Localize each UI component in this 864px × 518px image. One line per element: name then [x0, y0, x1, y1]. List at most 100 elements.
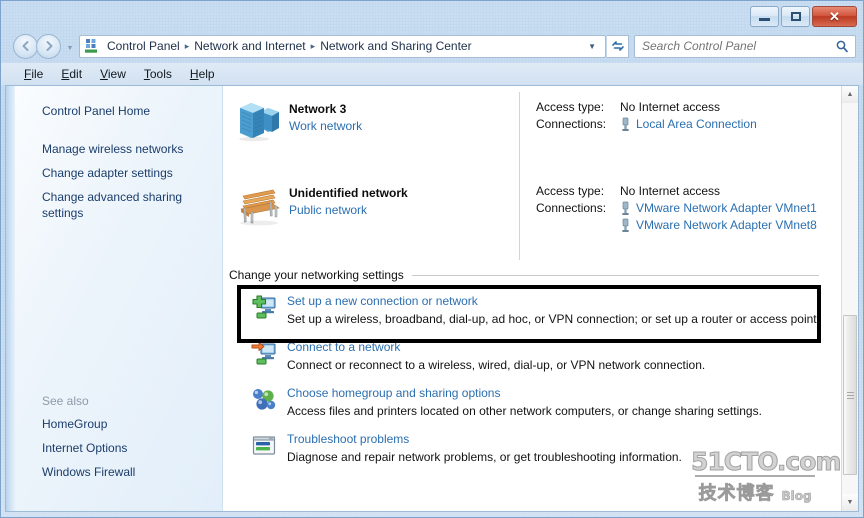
task-description: Set up a wireless, broadband, dial-up, a… [287, 312, 820, 326]
connect-network-icon [251, 341, 277, 367]
navigation-pane: Control Panel Home Manage wireless netwo… [6, 86, 223, 511]
menu-help[interactable]: Help [181, 65, 224, 83]
breadcrumb-item-network-and-sharing-center[interactable]: Network and Sharing Center [317, 38, 474, 54]
scrollbar-thumb[interactable] [843, 315, 857, 475]
vertical-scrollbar[interactable]: ▲ ▼ [841, 86, 858, 511]
menu-help-accel: H [189, 67, 199, 81]
task-title[interactable]: Choose homegroup and sharing options [287, 386, 762, 400]
watermark-chinese-text: 技术博客 [698, 483, 775, 505]
network-connection-icon [622, 117, 629, 131]
back-button[interactable] [13, 33, 38, 59]
sidebar-item-manage-wireless-networks[interactable]: Manage wireless networks [42, 138, 214, 162]
address-bar: ▼ Control Panel ▸ Network and Internet ▸… [1, 29, 863, 63]
network-location-type[interactable]: Public network [289, 203, 408, 217]
menu-edit[interactable]: Edit [52, 65, 91, 83]
network-details: Access type: No Internet access Connecti… [519, 176, 841, 260]
task-description: Connect or reconnect to a wireless, wire… [287, 358, 706, 372]
breadcrumb-separator: ▸ [184, 40, 190, 51]
title-bar: ✕ [1, 1, 863, 29]
network-labels: Network 3 Work network [289, 98, 362, 133]
menu-view[interactable]: View [91, 65, 135, 83]
back-arrow-icon [22, 41, 28, 51]
breadcrumb-item-network-and-internet[interactable]: Network and Internet [191, 38, 308, 54]
server-stack-icon [229, 98, 289, 142]
sidebar-item-control-panel-home[interactable]: Control Panel Home [42, 100, 214, 124]
task-connect-to-network[interactable]: Connect to a network Connect or reconnec… [229, 333, 841, 379]
menu-bar: File Edit View Tools Help [1, 63, 863, 85]
network-details: Access type: No Internet access Connecti… [519, 92, 841, 176]
connection-item[interactable]: Local Area Connection [620, 117, 841, 132]
task-description: Access files and printers located on oth… [287, 404, 762, 418]
menu-edit-label: dit [69, 67, 83, 81]
sidebar-item-homegroup[interactable]: HomeGroup [42, 413, 214, 437]
access-type-label: Access type: [536, 100, 605, 114]
breadcrumb[interactable]: Control Panel ▸ Network and Internet ▸ N… [79, 34, 606, 58]
task-title[interactable]: Set up a new connection or network [287, 294, 820, 308]
recent-pages-dropdown[interactable]: ▼ [64, 45, 76, 52]
connections-list: Local Area Connection [620, 117, 841, 132]
connections-list: VMware Network Adapter VMnet1 VMware Net… [620, 201, 841, 233]
connection-link[interactable]: VMware Network Adapter VMnet8 [636, 218, 817, 233]
task-set-up-new-connection[interactable]: Set up a new connection or network Set u… [229, 287, 841, 333]
connection-link[interactable]: VMware Network Adapter VMnet1 [636, 201, 817, 216]
network-row: Network 3 Work network Access type: No I… [229, 92, 841, 176]
breadcrumb-item-control-panel[interactable]: Control Panel [104, 38, 183, 54]
minimize-icon [759, 18, 770, 21]
network-connection-icon [622, 218, 629, 232]
task-description: Diagnose and repair network problems, or… [287, 450, 682, 464]
new-connection-icon [251, 295, 277, 321]
network-location-type[interactable]: Work network [289, 119, 362, 133]
connections-label: Connections: [536, 201, 607, 215]
menu-tools[interactable]: Tools [135, 65, 181, 83]
maximize-button[interactable] [781, 6, 810, 27]
scroll-down-button[interactable]: ▼ [842, 494, 858, 511]
search-input[interactable] [642, 39, 835, 53]
access-type-value: No Internet access [620, 100, 721, 114]
connection-link[interactable]: Local Area Connection [636, 117, 757, 132]
maximize-icon [790, 12, 801, 21]
control-panel-icon [84, 38, 100, 54]
task-text: Troubleshoot problems Diagnose and repai… [287, 432, 682, 464]
network-identity: Unidentified network Public network [229, 176, 519, 260]
task-text: Set up a new connection or network Set u… [287, 294, 820, 326]
sidebar-item-windows-firewall[interactable]: Windows Firewall [42, 461, 214, 485]
menu-view-accel: V [100, 67, 108, 81]
task-title[interactable]: Connect to a network [287, 340, 705, 354]
scroll-up-button[interactable]: ▲ [842, 86, 858, 103]
close-icon: ✕ [829, 9, 840, 24]
network-name: Network 3 [289, 102, 347, 116]
task-choose-homegroup-and-sharing-options[interactable]: Choose homegroup and sharing options Acc… [229, 379, 841, 425]
sidebar-item-change-advanced-sharing-settings[interactable]: Change advanced sharing settings [42, 186, 214, 226]
network-connection-icon [622, 201, 629, 215]
section-divider [411, 274, 819, 276]
breadcrumb-dropdown-icon[interactable]: ▼ [584, 42, 603, 51]
networking-tasks-list: Set up a new connection or network Set u… [223, 287, 841, 471]
breadcrumb-separator: ▸ [310, 40, 316, 51]
access-type-value: No Internet access [620, 184, 721, 198]
scrollbar-track[interactable] [842, 103, 858, 494]
connection-item[interactable]: VMware Network Adapter VMnet8 [620, 218, 841, 233]
menu-view-label: iew [107, 67, 126, 81]
scrollbar-grip-icon [846, 390, 854, 401]
site-watermark: 51CTO.com 技术博客 Blog [691, 447, 842, 505]
sidebar-item-internet-options[interactable]: Internet Options [42, 437, 214, 461]
homegroup-icon [251, 387, 277, 413]
section-heading: Change your networking settings [229, 268, 819, 282]
minimize-button[interactable] [750, 6, 779, 27]
menu-file-label: ile [31, 67, 44, 81]
search-icon[interactable] [835, 39, 851, 53]
forward-arrow-icon [46, 41, 52, 51]
refresh-button[interactable] [607, 34, 629, 58]
forward-button[interactable] [36, 33, 61, 59]
network-name: Unidentified network [289, 186, 408, 200]
search-box[interactable] [634, 34, 856, 58]
task-text: Choose homegroup and sharing options Acc… [287, 386, 762, 418]
connection-item[interactable]: VMware Network Adapter VMnet1 [620, 201, 841, 216]
task-title[interactable]: Troubleshoot problems [287, 432, 682, 446]
sidebar-item-change-adapter-settings[interactable]: Change adapter settings [42, 162, 214, 186]
close-button[interactable]: ✕ [812, 6, 857, 27]
menu-file[interactable]: File [15, 65, 52, 83]
see-also-title: See also [42, 394, 89, 409]
watermark-site-name: 51CTO.com [691, 447, 842, 477]
